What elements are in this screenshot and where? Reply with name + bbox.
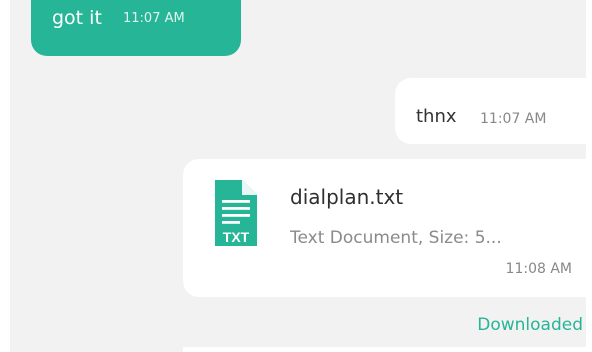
outgoing-message-text: thnx <box>416 106 457 127</box>
chat-message-list[interactable]: got it 11:07 AM thnx 11:07 AM TXT dialpl… <box>10 0 586 352</box>
file-message-card[interactable]: TXT dialplan.txt Text Document, Size: 5.… <box>183 159 586 297</box>
next-message-edge <box>183 347 586 352</box>
txt-document-icon: TXT <box>215 180 257 246</box>
file-metadata: Text Document, Size: 5... <box>290 228 502 248</box>
outgoing-message-bubble[interactable]: thnx 11:07 AM <box>395 78 586 144</box>
incoming-message-bubble[interactable]: got it 11:07 AM <box>31 0 241 56</box>
file-name: dialplan.txt <box>290 185 404 209</box>
download-status: Downloaded <box>477 315 583 335</box>
txt-icon-label: TXT <box>223 229 250 245</box>
incoming-message-text: got it <box>52 7 102 29</box>
incoming-message-time: 11:07 AM <box>123 11 185 26</box>
file-message-time: 11:08 AM <box>505 261 572 277</box>
outgoing-message-time: 11:07 AM <box>480 111 547 127</box>
